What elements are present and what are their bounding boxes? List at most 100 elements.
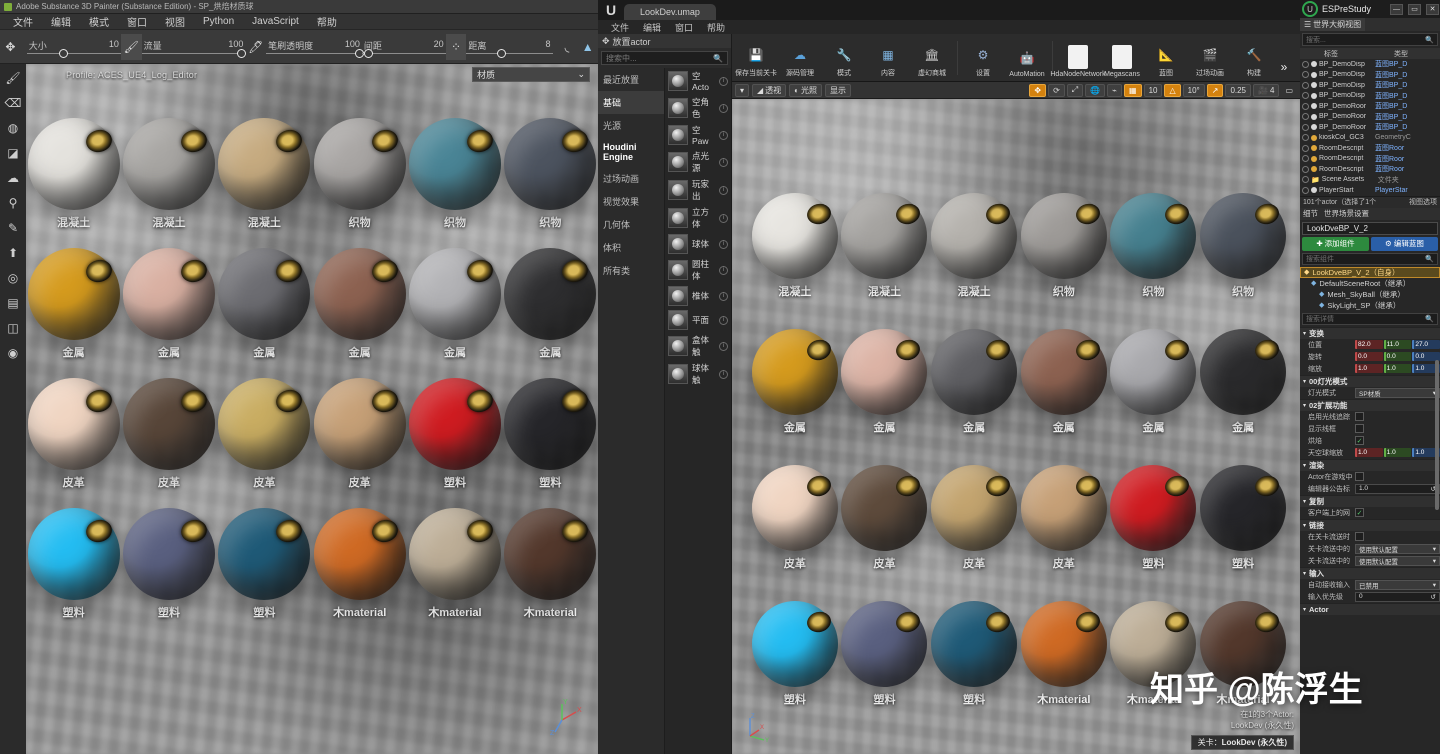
viewport-material-sphere-cell[interactable]: 金属 [750,329,840,465]
outliner-row[interactable]: BP_DemoRoor蓝图BP_D [1300,122,1440,133]
place-actors-category[interactable]: 最近放置 [598,68,664,91]
settings-icon[interactable]: ◉ [3,343,23,363]
place-actors-item[interactable]: 平面i [665,308,731,332]
material-sphere[interactable] [504,508,596,600]
minimize-icon[interactable]: — [1390,4,1403,15]
export-icon[interactable]: ⬆ [3,243,23,263]
viewport-material-sphere[interactable] [1200,465,1286,551]
toolbar-automation-button[interactable]: 🤖AutoMation [1005,36,1049,80]
property-text-input[interactable]: 0↺ [1355,592,1440,602]
viewport-material-sphere-cell[interactable]: 金属 [1198,329,1288,465]
material-sphere-cell[interactable]: 木material [407,508,502,638]
info-icon[interactable]: i [719,186,728,195]
property-text-input[interactable]: 1.0↺ [1355,484,1440,494]
viewport-material-sphere-cell[interactable]: 塑料 [1109,465,1199,601]
info-icon[interactable]: i [719,131,728,140]
vector-y-input[interactable]: 11.0 [1384,340,1412,349]
vector-x-input[interactable]: 82.0 [1355,340,1383,349]
visibility-toggle-icon[interactable] [1302,155,1309,162]
material-sphere[interactable] [314,378,406,470]
property-search-input[interactable]: 搜索详情 🔍 [1302,313,1438,325]
substance-menubar[interactable]: 文件编辑模式窗口视图PythonJavaScript帮助 [0,14,598,30]
viewport-material-sphere-cell[interactable]: 皮革 [929,465,1019,601]
fill-icon[interactable]: ◪ [3,143,23,163]
property-dropdown[interactable]: 已禁用▾ [1355,580,1440,590]
property-section-header[interactable]: ▾变换 [1300,327,1440,339]
substance-menu-item-4[interactable]: 视图 [156,13,194,30]
place-actors-category[interactable]: Houdini Engine [598,137,664,167]
scatter-icon[interactable]: ⁘ [446,34,467,60]
toolbar-hda-button[interactable]: HdaNodeNetwork [1056,36,1100,80]
property-dropdown[interactable]: SP材质▾ [1355,388,1440,398]
component-tree-row[interactable]: ◆SkyLight_SP（继承） [1300,300,1440,311]
projection-icon[interactable]: ◍ [3,118,23,138]
viewport-material-sphere-cell[interactable]: 木material [1019,601,1109,737]
toolbar-build-button[interactable]: 🔨构建 [1232,36,1276,80]
material-sphere-cell[interactable]: 金属 [217,248,312,378]
tab-world-settings[interactable]: 世界场景设置 [1324,208,1369,219]
vector-input-group[interactable]: 1.01.01.0 [1355,364,1440,373]
viewport-material-sphere[interactable] [752,193,838,279]
visibility-toggle-icon[interactable] [1302,187,1309,194]
property-dropdown[interactable]: 使用默认配置▾ [1355,556,1440,566]
material-sphere-cell[interactable]: 塑料 [503,378,598,508]
place-actors-category[interactable]: 过场动画 [598,167,664,190]
viewport-material-sphere[interactable] [752,329,838,415]
component-tree-row[interactable]: ◆LookDveBP_V_2（自身） [1300,267,1440,278]
place-actors-category[interactable]: 几何体 [598,213,664,236]
grid-snap-value[interactable]: 10 [1144,84,1163,97]
viewport-material-sphere-cell[interactable]: 皮革 [1019,465,1109,601]
unreal-menu-item-2[interactable]: 窗口 [668,21,700,34]
viewport-material-sphere[interactable] [841,193,927,279]
unreal-menu-item-3[interactable]: 帮助 [700,21,732,34]
place-actors-item[interactable]: 盒体触i [665,332,731,360]
material-sphere[interactable] [28,248,120,340]
property-section-header[interactable]: ▾Actor [1300,603,1440,615]
search-icon[interactable]: 🔍 [1425,36,1434,44]
outliner-row[interactable]: PlayerStartPlayerStar [1300,185,1440,196]
material-sphere[interactable] [504,118,596,210]
toolbar-content-button[interactable]: ▦内容 [866,36,910,80]
toolbar-settings-button[interactable]: ⚙设置 [961,36,1005,80]
outliner-row[interactable]: BP_DemoDisp蓝图BP_D [1300,80,1440,91]
camera-speed-button[interactable]: 🎥 4 [1253,84,1279,97]
viewport-material-sphere-cell[interactable]: 皮革 [750,465,840,601]
substance-menu-item-0[interactable]: 文件 [4,13,42,30]
brush-opacity-icon[interactable]: 🖊 [245,34,266,60]
place-actors-item[interactable]: 圆柱体i [665,256,731,284]
visibility-toggle-icon[interactable] [1302,103,1309,110]
distance-slider-track[interactable] [466,53,552,54]
outliner-row[interactable]: BP_DemoRoor蓝图BP_D [1300,112,1440,123]
visibility-toggle-icon[interactable] [1302,134,1309,141]
edit-blueprint-button[interactable]: ⚙ 编辑蓝图 [1371,237,1438,251]
substance-menu-item-3[interactable]: 窗口 [118,13,156,30]
material-sphere[interactable] [409,378,501,470]
viewport-options-button[interactable]: ▾ [735,84,749,97]
place-actors-item[interactable]: 空Pawi [665,122,731,148]
property-section-header[interactable]: ▾00灯光模式 [1300,375,1440,387]
substance-menu-item-5[interactable]: Python [194,15,243,28]
material-icon[interactable]: ▤ [3,293,23,313]
material-sphere-cell[interactable]: 皮革 [121,378,216,508]
details-scrollbar[interactable] [1435,360,1439,510]
viewport-material-sphere[interactable] [841,601,927,687]
property-section-header[interactable]: ▾02扩展功能 [1300,399,1440,411]
toolbar-cinematics-button[interactable]: 🎬过场动画 [1188,36,1232,80]
rotation-snap-toggle[interactable]: △ [1164,84,1180,97]
outliner-row[interactable]: 📁Scene Assets文件夹 [1300,175,1440,186]
spacing-slider-knob[interactable] [364,49,373,58]
outliner-search-input[interactable]: 搜索... 🔍 [1302,33,1438,46]
vector-input-group[interactable]: 0.00.00.0 [1355,352,1440,361]
search-icon[interactable]: 🔍 [713,54,723,63]
info-icon[interactable]: i [719,77,728,86]
property-dropdown[interactable]: 使用默认配置▾ [1355,544,1440,554]
place-actors-item[interactable]: 椎体i [665,284,731,308]
viewport-material-sphere[interactable] [752,465,838,551]
place-actors-category[interactable]: 视觉效果 [598,190,664,213]
viewport-material-sphere-cell[interactable]: 织物 [1019,193,1109,329]
material-sphere[interactable] [218,508,310,600]
material-channel-select[interactable]: 材质 ⌄ [472,67,590,82]
toolbar-save-button[interactable]: 💾保存当前关卡 [734,36,778,80]
flow-slider-knob[interactable] [237,49,246,58]
close-icon[interactable]: ✕ [1426,4,1439,15]
